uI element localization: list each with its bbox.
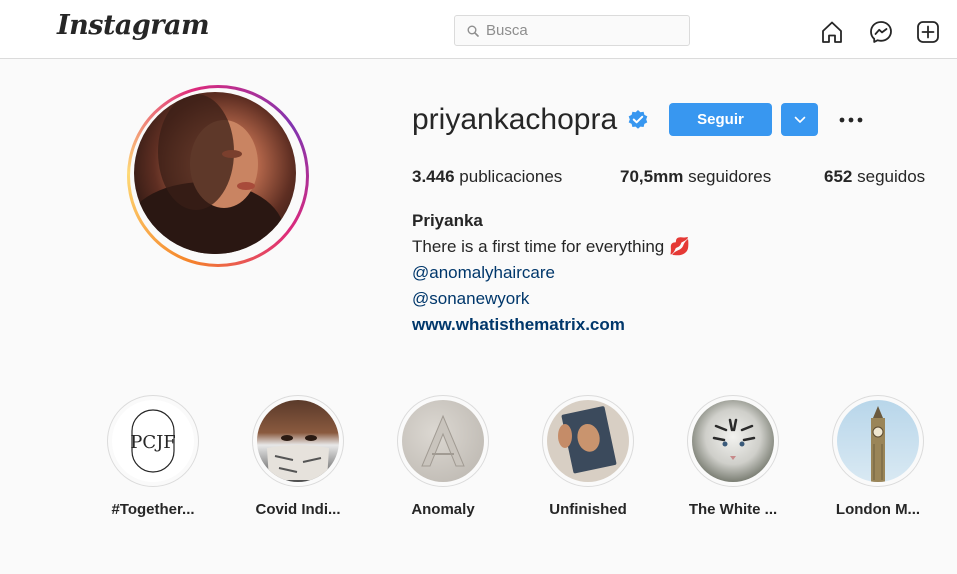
search-box[interactable] xyxy=(454,15,690,46)
bio-mention-sonanewyork[interactable]: @sonanewyork xyxy=(412,289,529,309)
bio-text: There is a first time for everything 💋 xyxy=(412,237,691,256)
highlight-cover xyxy=(837,400,919,482)
highlight-unfinished[interactable]: Unfinished xyxy=(528,395,648,518)
suggestions-dropdown-button[interactable] xyxy=(781,103,818,136)
bio-website-link[interactable]: www.whatisthematrix.com xyxy=(412,315,625,335)
home-icon[interactable] xyxy=(819,19,845,45)
posts-count: 3.446 publicaciones xyxy=(412,167,563,186)
highlight-label: Anomaly xyxy=(411,501,475,518)
following-count[interactable]: 652 seguidos xyxy=(824,167,925,187)
verified-badge-icon xyxy=(627,109,649,131)
highlight-label: The White ... xyxy=(688,501,778,518)
follow-button[interactable]: Seguir xyxy=(669,103,772,136)
followers-count[interactable]: 70,5mm seguidores xyxy=(620,167,771,187)
chevron-down-icon xyxy=(794,112,806,127)
kiss-emoji-icon: 💋 xyxy=(669,237,691,256)
highlight-cover xyxy=(692,400,774,482)
highlight-the-white[interactable]: The White ... xyxy=(673,395,793,518)
bio-mention-anomalyhaircare[interactable]: @anomalyhaircare xyxy=(412,263,555,283)
top-nav-bar: Instagram xyxy=(0,0,957,59)
highlight-cover: PCJF xyxy=(112,400,194,482)
svg-text:PCJF: PCJF xyxy=(130,432,176,453)
profile-username: priyankachopra xyxy=(412,103,618,136)
profile-photo xyxy=(134,92,296,254)
highlight-label: Covid Indi... xyxy=(255,501,341,518)
highlight-cover xyxy=(257,400,339,482)
highlight-label: #Together... xyxy=(111,501,195,518)
highlight-label: Unfinished xyxy=(549,501,627,518)
highlight-london[interactable]: London M... xyxy=(818,395,938,518)
more-options-icon[interactable] xyxy=(836,110,866,130)
highlight-covid[interactable]: Covid Indi... xyxy=(238,395,358,518)
search-icon xyxy=(467,25,479,37)
highlight-together[interactable]: PCJF #Together... xyxy=(93,395,213,518)
messenger-icon[interactable] xyxy=(868,19,894,45)
highlight-label: London M... xyxy=(835,501,921,518)
profile-avatar[interactable] xyxy=(127,85,309,267)
search-input[interactable] xyxy=(486,22,689,39)
new-post-icon[interactable] xyxy=(915,19,941,45)
profile-full-name: Priyanka xyxy=(412,211,483,230)
highlight-cover xyxy=(402,400,484,482)
highlight-anomaly[interactable]: Anomaly xyxy=(383,395,503,518)
highlight-cover xyxy=(547,400,629,482)
instagram-logo[interactable]: Instagram xyxy=(57,10,210,41)
